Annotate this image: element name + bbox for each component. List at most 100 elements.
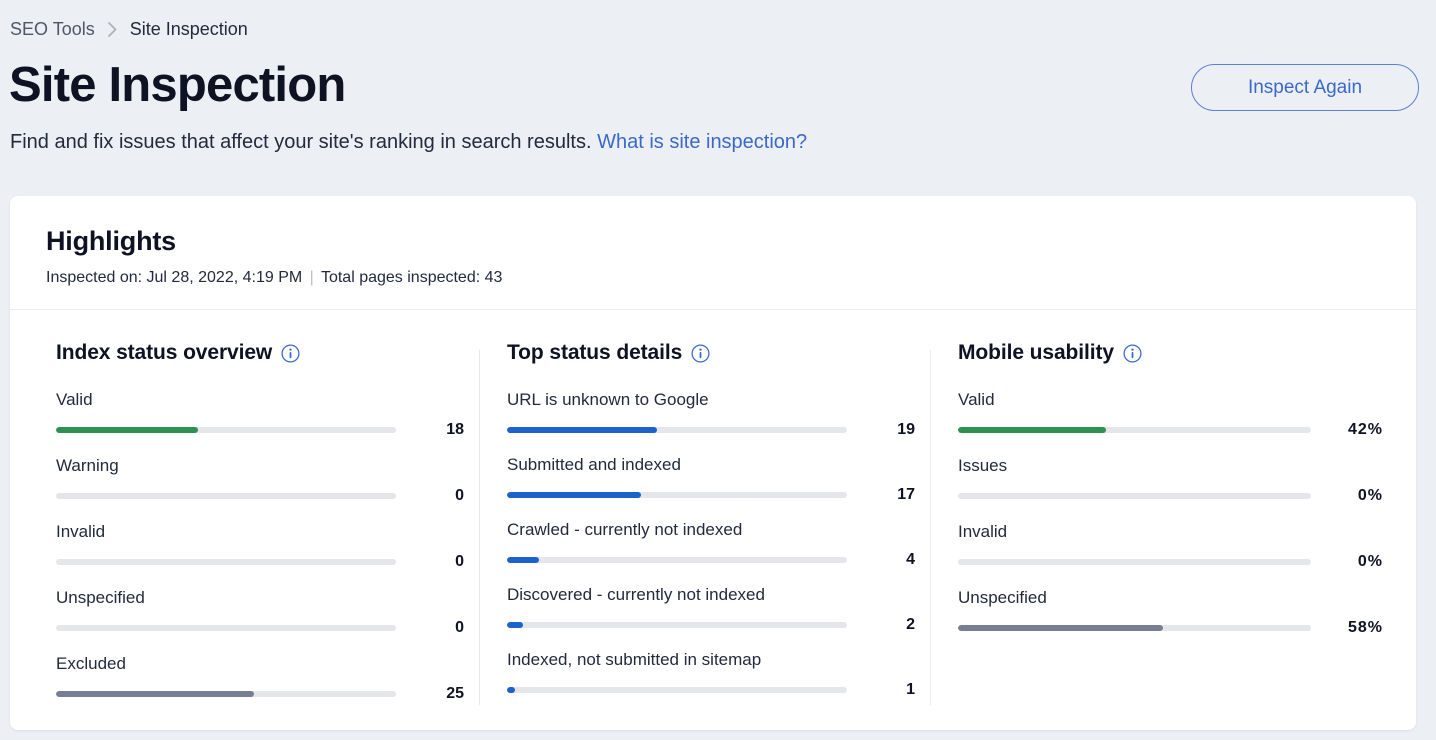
inspect-again-button[interactable]: Inspect Again: [1191, 64, 1419, 111]
progress-track: [507, 492, 847, 498]
metric-bar-row: 0: [56, 487, 469, 505]
metric-row: Valid 18: [56, 389, 469, 439]
metric-value: 58%: [1347, 619, 1383, 636]
metric-row: Invalid 0: [56, 521, 469, 571]
progress-track: [507, 557, 847, 563]
info-icon[interactable]: [281, 343, 300, 363]
progress-fill: [56, 427, 199, 433]
progress-track: [56, 691, 396, 697]
metric-label: URL is unknown to Google: [507, 390, 709, 409]
progress-track: [958, 559, 1311, 565]
metric-label: Crawled - currently not indexed: [507, 520, 743, 539]
metric-value: 2: [906, 616, 915, 633]
progress-fill: [507, 687, 515, 693]
progress-fill: [958, 427, 1107, 433]
progress-track: [958, 493, 1311, 499]
metric-bar-row: 1: [507, 681, 920, 699]
metric-row: Discovered - currently not indexed 2: [507, 584, 920, 634]
metric-value: 0: [455, 619, 464, 636]
metric-bar-row: 0: [56, 553, 469, 571]
metric-value: 0: [455, 487, 464, 504]
metric-label: Invalid: [56, 522, 106, 541]
metric-bar-row: 0%: [958, 553, 1406, 571]
highlights-meta: Inspected on: Jul 28, 2022, 4:19 PM | To…: [46, 267, 1416, 289]
page-subtitle: Find and fix issues that affect your sit…: [10, 128, 807, 156]
breadcrumb: SEO Tools Site Inspection: [10, 16, 248, 42]
metric-label: Unspecified: [958, 588, 1047, 607]
metric-label: Issues: [958, 456, 1008, 475]
metric-row: Submitted and indexed 17: [507, 454, 920, 504]
metric-bar-row: 17: [507, 486, 920, 504]
page-title: Site Inspection: [9, 58, 346, 112]
metric-row: Unspecified 58%: [958, 587, 1406, 637]
metric-label: Invalid: [958, 522, 1008, 541]
progress-track: [507, 427, 847, 433]
top-status-details-header: Top status details: [507, 340, 920, 366]
info-icon[interactable]: [691, 343, 710, 363]
mobile-usability-title: Mobile usability: [958, 341, 1114, 364]
highlights-columns: Index status overview Valid 18 Warning 0…: [10, 310, 1416, 719]
metric-bar-row: 42%: [958, 421, 1406, 439]
metric-value: 19: [897, 421, 915, 438]
metric-label: Indexed, not submitted in sitemap: [507, 650, 762, 669]
index-status-overview-header: Index status overview: [56, 340, 469, 366]
column-divider: [930, 350, 931, 705]
meta-separator: |: [309, 269, 314, 286]
metric-row: Valid 42%: [958, 389, 1406, 439]
metric-value: 42%: [1347, 421, 1383, 438]
progress-track: [958, 625, 1311, 631]
metric-row: Invalid 0%: [958, 521, 1406, 571]
metric-value: 0: [455, 553, 464, 570]
breadcrumb-root-link[interactable]: SEO Tools: [10, 16, 95, 42]
progress-track: [958, 427, 1311, 433]
progress-fill: [507, 622, 523, 628]
metric-row: Excluded 25: [56, 653, 469, 703]
top-status-details-panel: Top status details URL is unknown to Goo…: [479, 340, 930, 719]
metric-row: Indexed, not submitted in sitemap 1: [507, 649, 920, 699]
metric-row: Issues 0%: [958, 455, 1406, 505]
progress-track: [56, 625, 396, 631]
metric-bar-row: 0: [56, 619, 469, 637]
metric-bar-row: 58%: [958, 619, 1406, 637]
progress-fill: [507, 427, 658, 433]
progress-track: [56, 559, 396, 565]
site-inspection-page: SEO Tools Site Inspection Site Inspectio…: [0, 0, 1436, 740]
total-pages-label: Total pages inspected:: [320, 269, 481, 286]
column-divider: [479, 350, 480, 705]
metric-value: 0%: [1357, 487, 1383, 504]
info-icon[interactable]: [1123, 343, 1142, 363]
progress-track: [56, 427, 396, 433]
progress-fill: [56, 691, 254, 697]
mobile-usability-header: Mobile usability: [958, 340, 1406, 366]
highlights-header: Highlights Inspected on: Jul 28, 2022, 4…: [10, 196, 1416, 309]
metric-bar-row: 25: [56, 685, 469, 703]
what-is-site-inspection-link[interactable]: What is site inspection?: [597, 131, 807, 153]
progress-fill: [507, 557, 539, 563]
metric-value: 25: [446, 685, 464, 702]
mobile-usability-panel: Mobile usability Valid 42% Issues 0% Inv…: [930, 340, 1416, 719]
metric-bar-row: 4: [507, 551, 920, 569]
metric-bar-row: 2: [507, 616, 920, 634]
progress-track: [507, 687, 847, 693]
metric-value: 0%: [1357, 553, 1383, 570]
metric-bar-row: 0%: [958, 487, 1406, 505]
total-pages-value: 43: [484, 269, 503, 286]
breadcrumb-current: Site Inspection: [129, 19, 248, 39]
metric-label: Excluded: [56, 654, 126, 673]
metric-label: Warning: [56, 456, 119, 475]
progress-fill: [507, 492, 642, 498]
chevron-right-icon: [107, 21, 117, 37]
metric-row: Warning 0: [56, 455, 469, 505]
top-status-details-title: Top status details: [507, 341, 683, 364]
metric-value: 4: [906, 551, 915, 568]
metric-bar-row: 19: [507, 421, 920, 439]
metric-value: 17: [897, 486, 915, 503]
inspected-on-label: Inspected on:: [46, 269, 143, 286]
metric-label: Discovered - currently not indexed: [507, 585, 765, 604]
metric-row: Crawled - currently not indexed 4: [507, 519, 920, 569]
progress-track: [507, 622, 847, 628]
index-status-overview-title: Index status overview: [56, 341, 273, 364]
metric-value: 18: [446, 421, 464, 438]
metric-value: 1: [906, 681, 915, 698]
progress-track: [56, 493, 396, 499]
